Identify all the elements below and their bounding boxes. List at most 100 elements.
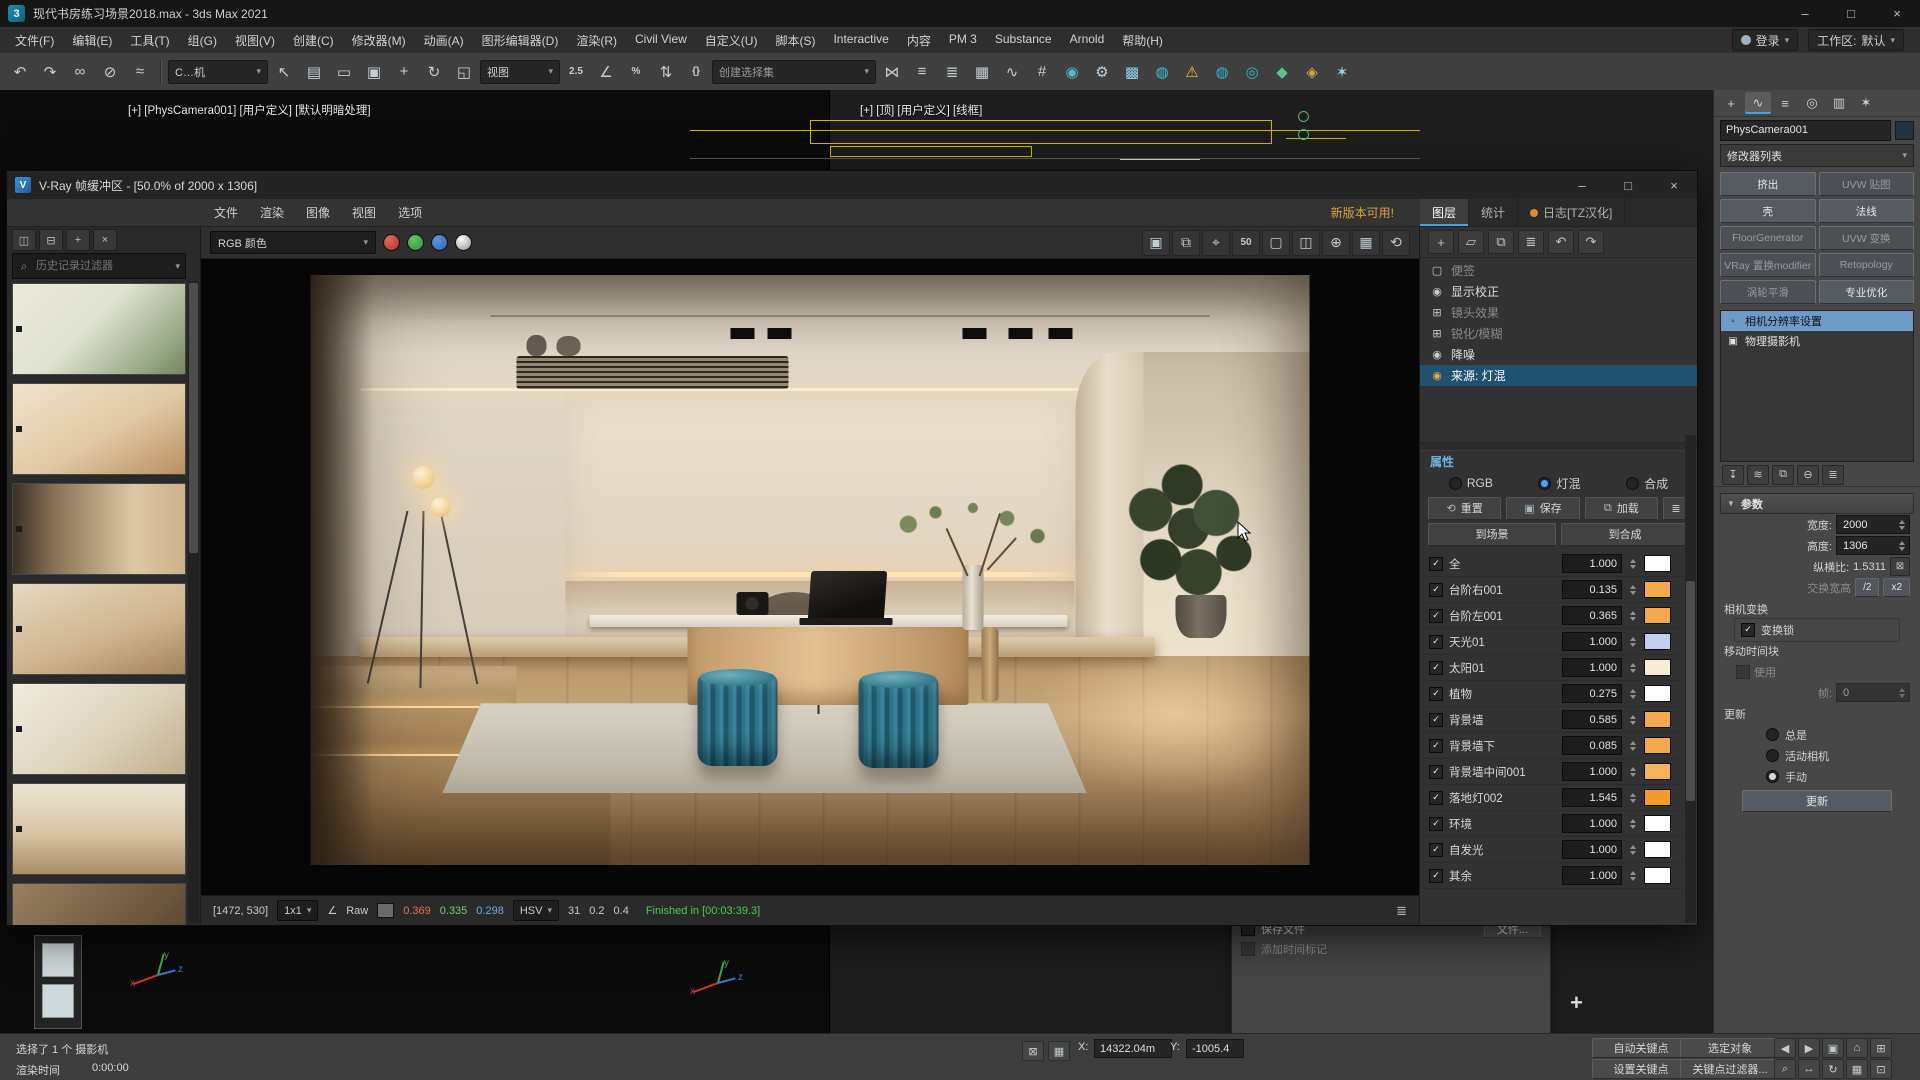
time-control-icon[interactable]: ▣: [1822, 1038, 1844, 1058]
viewport-nav-icon[interactable]: ▦: [1846, 1059, 1868, 1079]
vfb-panel-tab[interactable]: 日志[TZ汉化]: [1518, 199, 1625, 226]
menu-item[interactable]: 帮助(H): [1113, 28, 1172, 53]
modifier-icon[interactable]: ▣: [1727, 336, 1739, 347]
layout-preset-button[interactable]: [42, 943, 74, 977]
command-panel-tab[interactable]: ▥: [1826, 92, 1852, 114]
lightmix-value-field[interactable]: 1.545: [1562, 788, 1622, 807]
use-checkbox[interactable]: [1736, 665, 1750, 679]
toolbar-icon[interactable]: ∞: [66, 58, 94, 86]
lightmix-color-swatch[interactable]: [1644, 737, 1671, 754]
history-thumbnail[interactable]: [12, 883, 186, 925]
vfb-image-canvas[interactable]: [201, 259, 1419, 895]
menu-item[interactable]: 图形编辑器(D): [473, 28, 568, 53]
menu-item[interactable]: 动画(A): [415, 28, 473, 53]
history-thumbnail[interactable]: [12, 483, 186, 575]
time-control-icon[interactable]: ◀: [1774, 1038, 1796, 1058]
vfb-menu-item[interactable]: 图像: [295, 199, 341, 226]
layer-visibility-icon[interactable]: ◉: [1430, 348, 1444, 361]
blue-channel-toggle[interactable]: [431, 234, 448, 251]
vfb-menu-item[interactable]: 选项: [387, 199, 433, 226]
command-panel-tab[interactable]: ≡: [1772, 92, 1798, 114]
value-spinner[interactable]: [1628, 582, 1638, 598]
frame-field[interactable]: 0: [1836, 683, 1910, 702]
lightmix-value-field[interactable]: 0.085: [1562, 736, 1622, 755]
value-spinner[interactable]: [1628, 608, 1638, 624]
lightmix-row[interactable]: 背景墙中间001 1.000: [1420, 759, 1697, 785]
value-spinner[interactable]: [1628, 686, 1638, 702]
modifier-stack-item[interactable]: ◦ 相机分辨率设置: [1721, 311, 1913, 331]
lightmix-color-swatch[interactable]: [1644, 867, 1671, 884]
lightmix-color-swatch[interactable]: [1644, 841, 1671, 858]
vfb-toolbar-icon[interactable]: ⧉: [1172, 230, 1200, 256]
toolbar-icon[interactable]: #: [1028, 58, 1056, 86]
selected-object-dropdown[interactable]: 选定对象: [1680, 1038, 1780, 1058]
close-button[interactable]: ×: [1874, 0, 1920, 27]
modifier-button[interactable]: 涡轮平滑: [1720, 280, 1816, 304]
menu-item[interactable]: 工具(T): [121, 28, 178, 53]
toolbar-icon[interactable]: ⚠: [1178, 58, 1206, 86]
toolbar-icon[interactable]: ↶: [6, 58, 34, 86]
value-spinner[interactable]: [1628, 816, 1638, 832]
history-tool-icon[interactable]: ◫: [12, 229, 36, 251]
lightmix-row[interactable]: 全 1.000: [1420, 551, 1697, 577]
modifier-button[interactable]: 挤出: [1720, 172, 1816, 196]
modifier-button[interactable]: FloorGenerator: [1720, 226, 1816, 250]
named-selection-set-dropdown[interactable]: 创建选择集▾: [712, 60, 876, 84]
vfb-panel-tab[interactable]: 图层: [1420, 199, 1469, 226]
lightmix-value-field[interactable]: 1.000: [1562, 814, 1622, 833]
modifier-icon[interactable]: ◦: [1727, 316, 1739, 327]
lightmix-color-swatch[interactable]: [1644, 607, 1671, 624]
layers-tool-icon[interactable]: ⧉: [1488, 230, 1514, 254]
layer-tree-row[interactable]: ◉ 降噪: [1420, 344, 1697, 365]
toolbar-icon[interactable]: ⋈: [878, 58, 906, 86]
layer-tree-row[interactable]: ▢ 便签: [1420, 260, 1697, 281]
modifier-button[interactable]: 法线: [1819, 199, 1915, 223]
layout-preset-button[interactable]: [42, 984, 74, 1018]
lightmix-color-swatch[interactable]: [1644, 789, 1671, 806]
lightmix-row[interactable]: 植物 0.275: [1420, 681, 1697, 707]
lightmix-checkbox[interactable]: [1429, 817, 1443, 831]
menu-item[interactable]: Substance: [986, 28, 1061, 53]
red-channel-toggle[interactable]: [383, 234, 400, 251]
layers-tool-icon[interactable]: ↷: [1578, 230, 1604, 254]
history-tool-icon[interactable]: ×: [93, 229, 117, 251]
login-button[interactable]: 登录▾: [1732, 29, 1799, 51]
lightmix-color-swatch[interactable]: [1644, 555, 1671, 572]
toolbar-icon[interactable]: +: [390, 58, 418, 86]
lightmix-checkbox[interactable]: [1429, 713, 1443, 727]
toolbar-icon[interactable]: ∠: [592, 58, 620, 86]
stack-tool-icon[interactable]: ⊖: [1797, 465, 1819, 485]
history-scrollbar[interactable]: [188, 281, 199, 923]
lightmix-value-field[interactable]: 0.135: [1562, 580, 1622, 599]
vfb-toolbar-icon[interactable]: ⟲: [1382, 230, 1410, 256]
layer-visibility-icon[interactable]: ▢: [1430, 264, 1444, 277]
time-stamp-checkbox[interactable]: [1241, 942, 1255, 956]
toolbar-icon[interactable]: ▭: [330, 58, 358, 86]
lightmix-value-field[interactable]: 1.000: [1562, 762, 1622, 781]
layer-tree-row[interactable]: ◉ 显示校正: [1420, 281, 1697, 302]
vfb-menu-item[interactable]: 文件: [203, 199, 249, 226]
lightmix-checkbox[interactable]: [1429, 765, 1443, 779]
lightmix-checkbox[interactable]: [1429, 869, 1443, 883]
viewport-nav-icon[interactable]: ↻: [1822, 1059, 1844, 1079]
vfb-menu-item[interactable]: 视图: [341, 199, 387, 226]
command-panel-tab[interactable]: ✶: [1853, 92, 1879, 114]
modifier-list-dropdown[interactable]: 修改器列表▾: [1720, 144, 1914, 167]
x-coordinate-field[interactable]: 14322.04m: [1094, 1039, 1172, 1058]
vfb-menu-item[interactable]: 渲染: [249, 199, 295, 226]
time-control-icon[interactable]: ⊞: [1870, 1038, 1892, 1058]
lightmix-color-swatch[interactable]: [1644, 815, 1671, 832]
set-key-button[interactable]: 设置关键点: [1592, 1059, 1690, 1079]
update-mode-radio[interactable]: [1766, 749, 1779, 762]
camera-viewport-label[interactable]: [+] [PhysCamera001] [用户定义] [默认明暗处理]: [128, 102, 371, 118]
swap-size-button[interactable]: 交换宽高: [1807, 580, 1851, 596]
menu-item[interactable]: 渲染(R): [567, 28, 626, 53]
app-titlebar[interactable]: 3 现代书房练习场景2018.max - 3ds Max 2021 – □ ×: [0, 0, 1920, 27]
lightmix-value-field[interactable]: 0.365: [1562, 606, 1622, 625]
value-spinner[interactable]: [1628, 738, 1638, 754]
double-size-button[interactable]: x2: [1883, 578, 1910, 597]
layer-visibility-icon[interactable]: ◉: [1430, 369, 1444, 382]
lightmix-checkbox[interactable]: [1429, 583, 1443, 597]
y-coordinate-field[interactable]: -1005.4: [1186, 1039, 1244, 1058]
history-thumbnail[interactable]: [12, 383, 186, 475]
